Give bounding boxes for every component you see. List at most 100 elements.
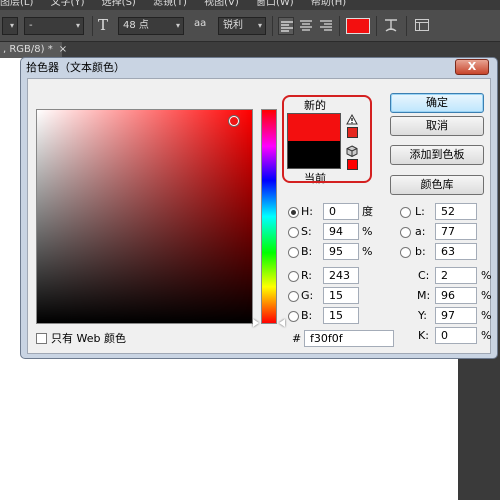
hue-label: H:	[301, 205, 313, 218]
only-web-checkbox[interactable]	[36, 333, 47, 344]
font-size-icon: T	[98, 16, 114, 36]
menu-item-filter[interactable]: 滤镜(T)	[153, 0, 187, 8]
yellow-field[interactable]: 97	[435, 307, 477, 324]
dialog-title: 拾色器（文本颜色）	[26, 61, 125, 74]
add-to-swatches-button[interactable]: 添加到色板	[390, 145, 484, 165]
hue-radio[interactable]	[288, 207, 299, 218]
align-right-button[interactable]	[318, 17, 334, 35]
lab-b-radio[interactable]	[400, 247, 411, 258]
divider	[92, 16, 93, 36]
cyan-unit: %	[481, 269, 492, 282]
character-panel-button[interactable]	[414, 17, 432, 35]
font-size-icon-label: T	[98, 16, 109, 34]
align-left-icon	[281, 21, 293, 32]
saturation-field[interactable]: 94	[323, 223, 359, 240]
menu-item-select[interactable]: 选择(S)	[102, 0, 136, 8]
document-tab-title: , RGB/8) *	[3, 44, 53, 55]
lab-l-field[interactable]: 52	[435, 203, 477, 220]
lab-b-label: b:	[415, 245, 426, 258]
red-field[interactable]: 243	[323, 267, 359, 284]
text-color-swatch[interactable]	[346, 18, 370, 34]
green-radio[interactable]	[288, 291, 299, 302]
document-tab[interactable]: , RGB/8) * ×	[0, 42, 67, 58]
brightness-unit: %	[362, 245, 373, 258]
divider	[376, 16, 377, 36]
chevron-down-icon: ▾	[175, 21, 180, 30]
hue-slider[interactable]	[261, 109, 277, 324]
only-web-label: 只有 Web 颜色	[51, 332, 126, 345]
menu-item-help[interactable]: 帮助(H)	[311, 0, 346, 8]
lab-b-field[interactable]: 63	[435, 243, 477, 260]
font-size-value: 48 点	[123, 20, 149, 31]
black-field[interactable]: 0	[435, 327, 477, 344]
hex-field[interactable]: f30f0f	[304, 330, 394, 347]
chevron-down-icon: ▾	[9, 21, 14, 30]
align-center-icon	[300, 20, 312, 31]
color-libraries-button[interactable]: 颜色库	[390, 175, 484, 195]
lab-a-label: a:	[415, 225, 426, 238]
black-unit: %	[481, 329, 492, 342]
antialias-dropdown[interactable]: 锐利 ▾	[218, 17, 266, 35]
magenta-unit: %	[481, 289, 492, 302]
divider	[339, 16, 340, 36]
hue-field[interactable]: 0	[323, 203, 359, 220]
blue-label: B:	[301, 309, 313, 322]
cancel-button[interactable]: 取消	[390, 116, 484, 136]
antialias-icon: aa	[194, 18, 212, 34]
hex-label: #	[292, 332, 302, 345]
cyan-field[interactable]: 2	[435, 267, 477, 284]
panel-icon	[415, 19, 429, 31]
saturation-label: S:	[301, 225, 312, 238]
yellow-unit: %	[481, 309, 492, 322]
font-family-dropdown[interactable]: ▾	[2, 17, 18, 35]
align-center-button[interactable]	[298, 17, 314, 35]
align-right-icon	[320, 20, 332, 31]
red-radio[interactable]	[288, 271, 299, 282]
divider	[272, 16, 273, 36]
dialog-body: 只有 Web 颜色 新的 当前 确定 取消 添加到色板 颜色库 H: 0 度 S…	[27, 78, 491, 354]
menu-item-type[interactable]: 文字(Y)	[51, 0, 85, 8]
close-button[interactable]: X	[455, 59, 489, 75]
warp-text-button[interactable]	[383, 16, 399, 36]
menu-bar: 图层(L) 文字(Y) 选择(S) 滤镜(T) 视图(V) 窗口(W) 帮助(H…	[0, 0, 500, 10]
lab-a-radio[interactable]	[400, 227, 411, 238]
green-field[interactable]: 15	[323, 287, 359, 304]
menu-item-layer[interactable]: 图层(L)	[0, 0, 33, 8]
blue-radio[interactable]	[288, 311, 299, 322]
hue-slider-handle-right[interactable]	[279, 319, 285, 327]
hue-slider-handle-left[interactable]	[253, 319, 259, 327]
red-label: R:	[301, 269, 313, 282]
color-field-cursor[interactable]	[229, 116, 239, 126]
options-bar: ▾ - ▾ T 48 点 ▾ aa 锐利 ▾	[0, 10, 500, 42]
close-icon[interactable]: ×	[59, 44, 67, 55]
lab-l-radio[interactable]	[400, 207, 411, 218]
font-style-value: -	[29, 20, 33, 31]
saturation-unit: %	[362, 225, 373, 238]
font-size-dropdown[interactable]: 48 点 ▾	[118, 17, 184, 35]
brightness-label: B:	[301, 245, 313, 258]
ok-button[interactable]: 确定	[390, 93, 484, 113]
warp-text-icon	[385, 19, 397, 32]
color-picker-dialog: 拾色器（文本颜色） X 只有 Web 颜色 新的 当前 确定 取消 添加到色板 …	[20, 57, 498, 359]
cyan-label: C:	[418, 269, 430, 282]
divider	[406, 16, 407, 36]
black-label: K:	[418, 329, 429, 342]
brightness-radio[interactable]	[288, 247, 299, 258]
chevron-down-icon: ▾	[257, 21, 262, 30]
saturation-radio[interactable]	[288, 227, 299, 238]
chevron-down-icon: ▾	[75, 21, 80, 30]
antialias-icon-label: aa	[194, 18, 207, 29]
lab-a-field[interactable]: 77	[435, 223, 477, 240]
hue-unit: 度	[362, 205, 373, 218]
brightness-field[interactable]: 95	[323, 243, 359, 260]
document-tab-bar	[0, 42, 500, 58]
align-left-button[interactable]	[278, 17, 294, 35]
antialias-value: 锐利	[223, 20, 243, 31]
magenta-label: M:	[417, 289, 431, 302]
color-field[interactable]	[36, 109, 253, 324]
magenta-field[interactable]: 96	[435, 287, 477, 304]
font-style-dropdown[interactable]: - ▾	[24, 17, 84, 35]
menu-item-view[interactable]: 视图(V)	[204, 0, 239, 8]
menu-item-window[interactable]: 窗口(W)	[256, 0, 294, 8]
blue-field[interactable]: 15	[323, 307, 359, 324]
